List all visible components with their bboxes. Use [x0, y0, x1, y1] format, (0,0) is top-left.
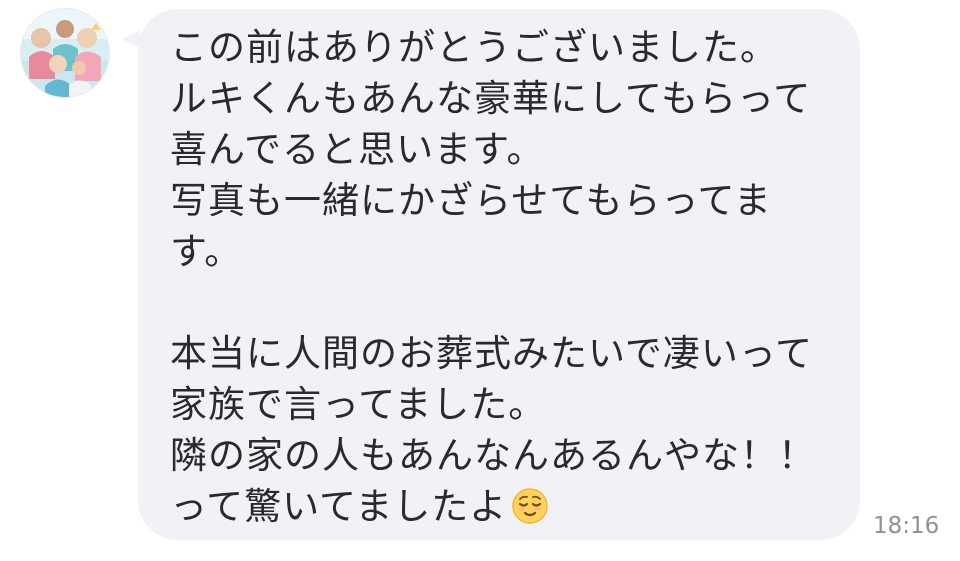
sender-avatar[interactable] [21, 9, 109, 97]
message-line: 家族で言ってました。 [170, 383, 547, 426]
message-line: す。 [170, 230, 243, 273]
message-line: ルキくんもあんな豪華にしてもらって [170, 77, 812, 120]
message-line: この前はありがとうございました。 [170, 26, 778, 69]
message-line: 隣の家の人もあんなんあるんやな！！ [170, 434, 816, 477]
message-text: この前はありがとうございました。 ルキくんもあんな豪華にしてもらって 喜んでると… [170, 22, 830, 532]
message-line: 喜んでると思います。 [170, 128, 545, 171]
group-photo-avatar-icon [21, 9, 109, 97]
message-line [170, 277, 830, 328]
message-last-line: って驚いてましたよ [170, 481, 830, 532]
message-timestamp: 18:16 [873, 513, 940, 539]
message-line: 本当に人間のお葬式みたいで凄いって [170, 332, 814, 375]
message-line: 写真も一緒にかざらせてもらってま [170, 179, 772, 222]
message-line-text: って驚いてましたよ [170, 485, 508, 528]
relieved-face-emoji-icon [511, 487, 549, 538]
